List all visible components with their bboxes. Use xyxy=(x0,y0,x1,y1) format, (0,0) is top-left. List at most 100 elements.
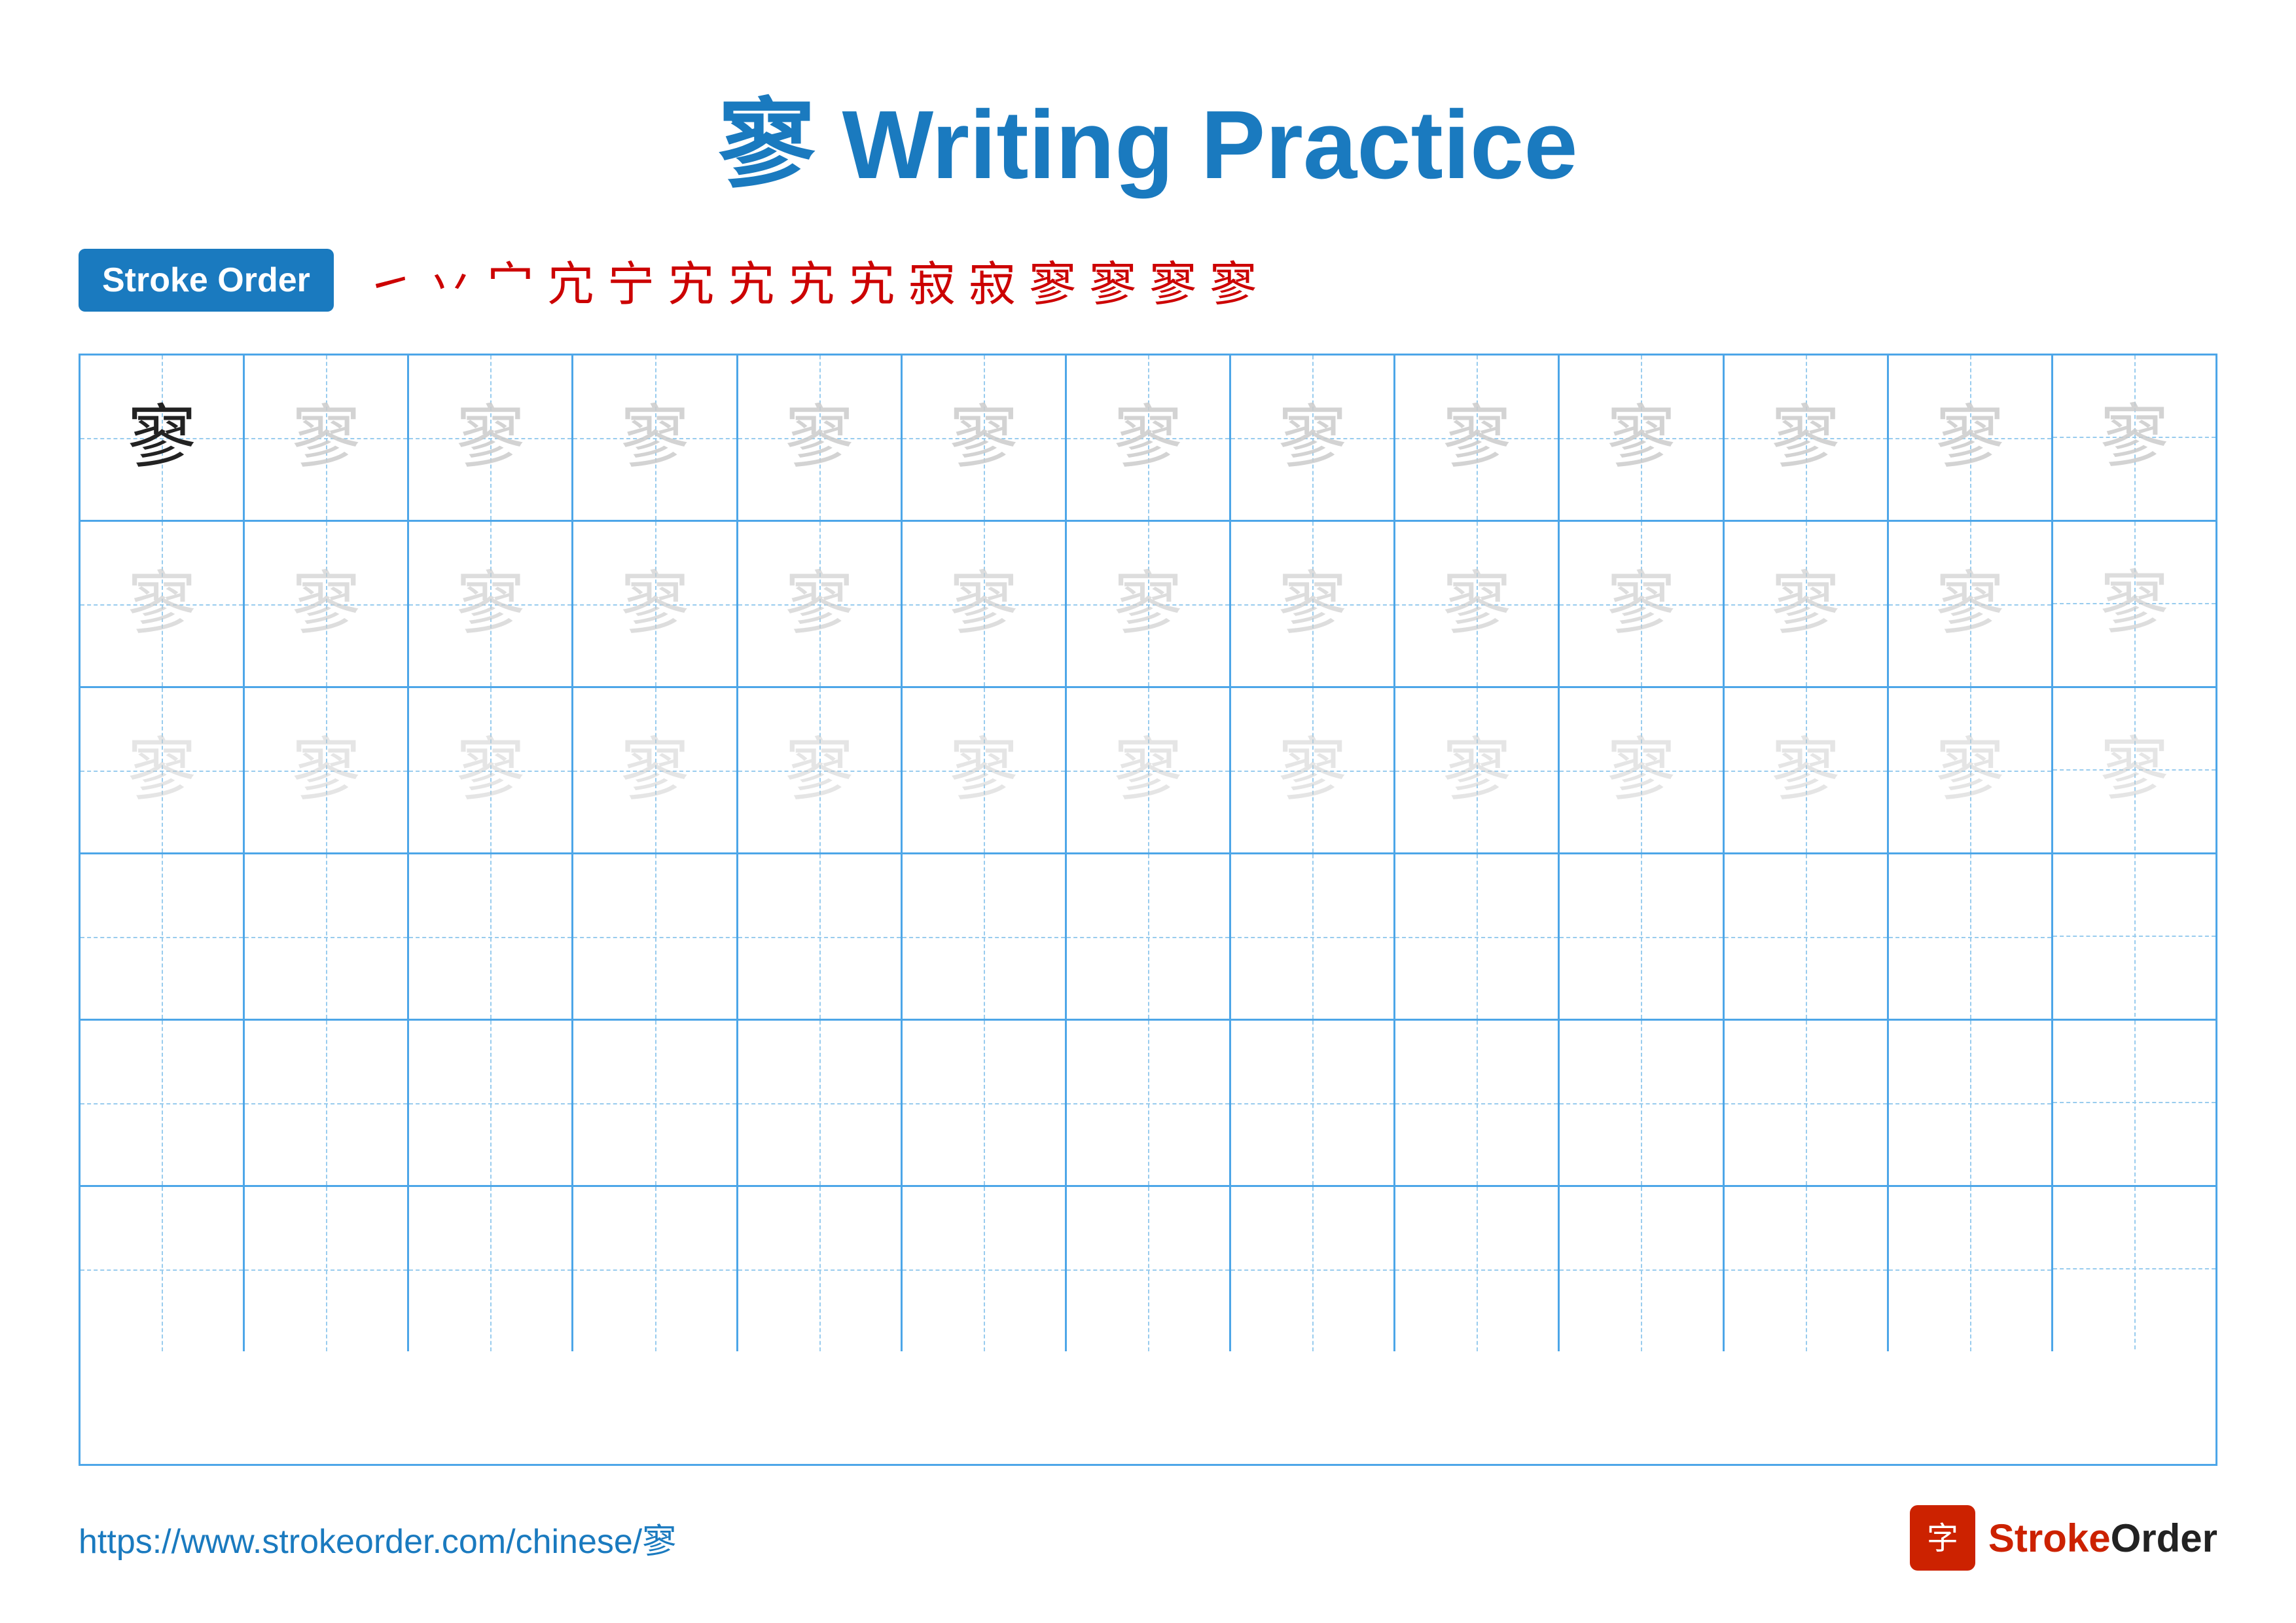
cell-5-1[interactable] xyxy=(81,1021,245,1185)
cell-6-1[interactable] xyxy=(81,1187,245,1351)
cell-4-6[interactable] xyxy=(903,854,1067,1019)
cell-5-8[interactable] xyxy=(1231,1021,1395,1185)
cell-3-8[interactable]: 寥 xyxy=(1231,688,1395,852)
cell-1-4[interactable]: 寥 xyxy=(573,356,738,520)
cell-6-4[interactable] xyxy=(573,1187,738,1351)
stroke-1: ㇀ xyxy=(367,246,414,314)
cell-4-1[interactable] xyxy=(81,854,245,1019)
cell-4-13[interactable] xyxy=(2053,854,2215,1017)
grid-row-6 xyxy=(81,1187,2215,1351)
cell-1-2[interactable]: 寥 xyxy=(245,356,409,520)
cell-4-9[interactable] xyxy=(1395,854,1560,1019)
grid-row-5 xyxy=(81,1021,2215,1187)
cell-3-7[interactable]: 寥 xyxy=(1067,688,1231,852)
cell-4-2[interactable] xyxy=(245,854,409,1019)
cell-2-10[interactable]: 寥 xyxy=(1560,522,1724,686)
writing-grid: 寥 寥 寥 寥 寥 寥 寥 寥 寥 寥 寥 寥 寥 寥 寥 寥 寥 寥 寥 寥 … xyxy=(79,354,2217,1466)
cell-3-9[interactable]: 寥 xyxy=(1395,688,1560,852)
cell-1-10[interactable]: 寥 xyxy=(1560,356,1724,520)
cell-2-2[interactable]: 寥 xyxy=(245,522,409,686)
cell-5-10[interactable] xyxy=(1560,1021,1724,1185)
cell-1-3[interactable]: 寥 xyxy=(409,356,573,520)
cell-2-6[interactable]: 寥 xyxy=(903,522,1067,686)
cell-6-7[interactable] xyxy=(1067,1187,1231,1351)
grid-row-2: 寥 寥 寥 寥 寥 寥 寥 寥 寥 寥 寥 寥 寥 xyxy=(81,522,2215,688)
cell-5-6[interactable] xyxy=(903,1021,1067,1185)
cell-2-1[interactable]: 寥 xyxy=(81,522,245,686)
stroke-2: 丷 xyxy=(427,246,474,314)
footer-logo: 字 StrokeOrder xyxy=(1910,1505,2217,1571)
cell-2-13[interactable]: 寥 xyxy=(2053,522,2215,684)
cell-6-2[interactable] xyxy=(245,1187,409,1351)
grid-row-1: 寥 寥 寥 寥 寥 寥 寥 寥 寥 寥 寥 寥 寥 xyxy=(81,356,2215,522)
cell-1-7[interactable]: 寥 xyxy=(1067,356,1231,520)
cell-4-5[interactable] xyxy=(738,854,903,1019)
cell-4-3[interactable] xyxy=(409,854,573,1019)
stroke-10: 寂 xyxy=(908,246,956,314)
cell-2-12[interactable]: 寥 xyxy=(1889,522,2053,686)
stroke-9: 宄 xyxy=(848,246,895,314)
cell-1-11[interactable]: 寥 xyxy=(1725,356,1889,520)
cell-4-7[interactable] xyxy=(1067,854,1231,1019)
cell-6-5[interactable] xyxy=(738,1187,903,1351)
cell-2-3[interactable]: 寥 xyxy=(409,522,573,686)
cell-6-12[interactable] xyxy=(1889,1187,2053,1351)
cell-3-10[interactable]: 寥 xyxy=(1560,688,1724,852)
cell-3-12[interactable]: 寥 xyxy=(1889,688,2053,852)
cell-2-5[interactable]: 寥 xyxy=(738,522,903,686)
stroke-sequence: ㇀ 丷 宀 宂 宁 宄 宄 宄 宄 寂 寂 寥 寥 寥 寥 xyxy=(367,246,1257,314)
cell-5-9[interactable] xyxy=(1395,1021,1560,1185)
cell-6-8[interactable] xyxy=(1231,1187,1395,1351)
cell-4-11[interactable] xyxy=(1725,854,1889,1019)
cell-2-7[interactable]: 寥 xyxy=(1067,522,1231,686)
cell-5-3[interactable] xyxy=(409,1021,573,1185)
cell-6-9[interactable] xyxy=(1395,1187,1560,1351)
cell-1-8[interactable]: 寥 xyxy=(1231,356,1395,520)
cell-6-13[interactable] xyxy=(2053,1187,2215,1349)
grid-row-4 xyxy=(81,854,2215,1021)
cell-1-12[interactable]: 寥 xyxy=(1889,356,2053,520)
cell-1-6[interactable]: 寥 xyxy=(903,356,1067,520)
cell-3-2[interactable]: 寥 xyxy=(245,688,409,852)
cell-3-4[interactable]: 寥 xyxy=(573,688,738,852)
cell-5-7[interactable] xyxy=(1067,1021,1231,1185)
cell-3-5[interactable]: 寥 xyxy=(738,688,903,852)
stroke-5: 宁 xyxy=(607,246,655,314)
cell-5-11[interactable] xyxy=(1725,1021,1889,1185)
cell-2-9[interactable]: 寥 xyxy=(1395,522,1560,686)
cell-3-13[interactable]: 寥 xyxy=(2053,688,2215,850)
cell-6-10[interactable] xyxy=(1560,1187,1724,1351)
stroke-12: 寥 xyxy=(1029,246,1076,314)
cell-4-4[interactable] xyxy=(573,854,738,1019)
cell-5-13[interactable] xyxy=(2053,1021,2215,1183)
cell-5-12[interactable] xyxy=(1889,1021,2053,1185)
svg-text:字: 字 xyxy=(1927,1522,1958,1556)
cell-3-1[interactable]: 寥 xyxy=(81,688,245,852)
cell-4-8[interactable] xyxy=(1231,854,1395,1019)
cell-5-5[interactable] xyxy=(738,1021,903,1185)
footer-url[interactable]: https://www.strokeorder.com/chinese/寥 xyxy=(79,1514,676,1563)
page-title: 寥 Writing Practice xyxy=(718,65,1577,206)
grid-row-3: 寥 寥 寥 寥 寥 寥 寥 寥 寥 寥 寥 寥 寥 xyxy=(81,688,2215,854)
cell-1-13[interactable]: 寥 xyxy=(2053,356,2215,518)
cell-6-3[interactable] xyxy=(409,1187,573,1351)
cell-5-2[interactable] xyxy=(245,1021,409,1185)
logo-svg: 字 xyxy=(1920,1515,1965,1561)
cell-3-3[interactable]: 寥 xyxy=(409,688,573,852)
cell-4-10[interactable] xyxy=(1560,854,1724,1019)
cell-4-12[interactable] xyxy=(1889,854,2053,1019)
cell-1-5[interactable]: 寥 xyxy=(738,356,903,520)
cell-3-6[interactable]: 寥 xyxy=(903,688,1067,852)
cell-6-11[interactable] xyxy=(1725,1187,1889,1351)
cell-2-11[interactable]: 寥 xyxy=(1725,522,1889,686)
stroke-15: 寥 xyxy=(1210,246,1257,314)
cell-2-4[interactable]: 寥 xyxy=(573,522,738,686)
cell-6-6[interactable] xyxy=(903,1187,1067,1351)
cell-5-4[interactable] xyxy=(573,1021,738,1185)
stroke-13: 寥 xyxy=(1089,246,1136,314)
cell-1-1[interactable]: 寥 xyxy=(81,356,245,520)
stroke-3: 宀 xyxy=(487,246,534,314)
cell-2-8[interactable]: 寥 xyxy=(1231,522,1395,686)
cell-1-9[interactable]: 寥 xyxy=(1395,356,1560,520)
cell-3-11[interactable]: 寥 xyxy=(1725,688,1889,852)
